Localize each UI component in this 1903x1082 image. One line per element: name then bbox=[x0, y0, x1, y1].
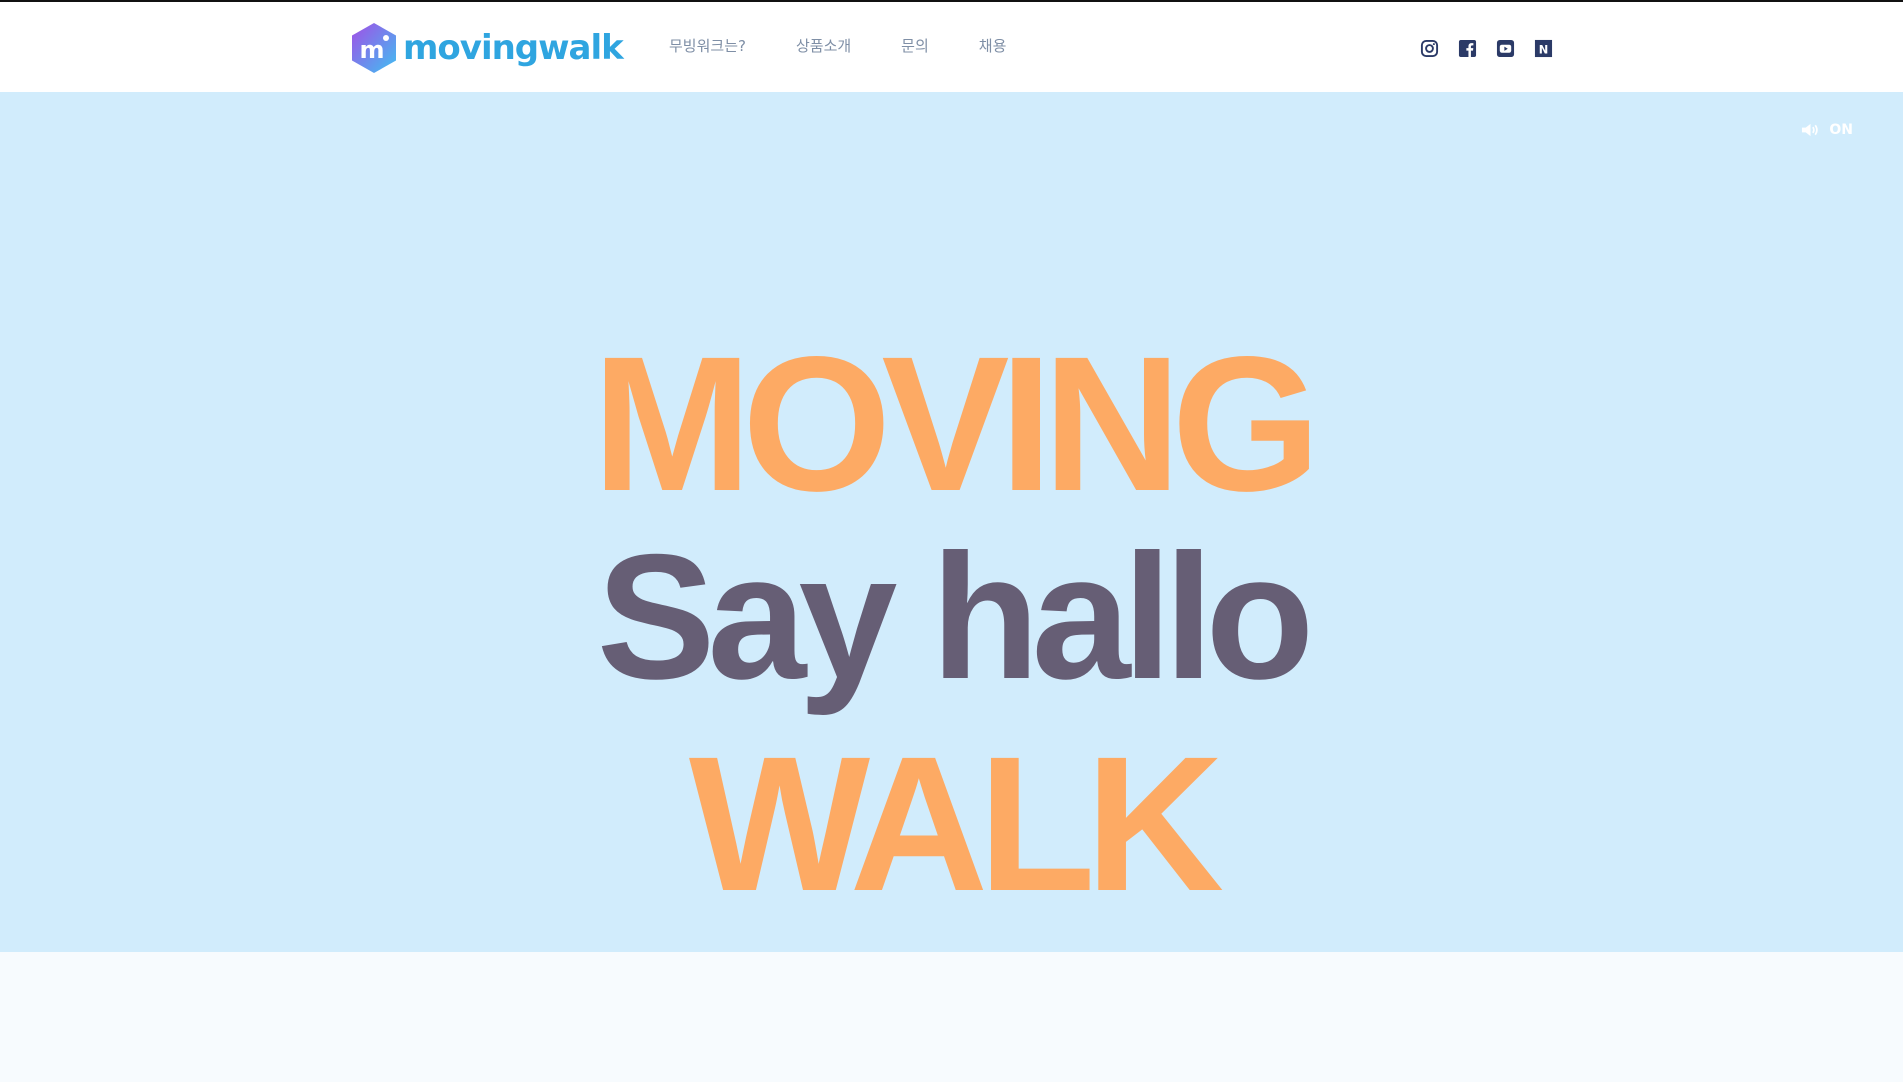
sound-toggle[interactable]: ON bbox=[1801, 122, 1853, 138]
main-nav: 무빙워크는? 상품소개 문의 채용 bbox=[669, 36, 1056, 56]
nav-item-careers[interactable]: 채용 bbox=[979, 36, 1007, 56]
hero-title-line-3: WALK bbox=[688, 716, 1224, 931]
svg-text:m: m bbox=[359, 36, 384, 64]
hero-banner: ON MOVING Say hallo WALK bbox=[0, 92, 1903, 952]
sound-label: ON bbox=[1829, 122, 1853, 138]
facebook-icon[interactable] bbox=[1458, 39, 1477, 58]
social-links: N bbox=[1420, 39, 1572, 58]
brand-logo[interactable]: m movingwalk bbox=[350, 20, 624, 76]
naver-letter: N bbox=[1539, 42, 1549, 56]
brand-name: movingwalk bbox=[403, 28, 624, 68]
instagram-icon[interactable] bbox=[1420, 39, 1439, 58]
nav-item-contact[interactable]: 문의 bbox=[901, 36, 929, 56]
logo-hexagon-icon: m bbox=[352, 23, 396, 73]
youtube-icon[interactable] bbox=[1496, 39, 1515, 58]
nav-item-products[interactable]: 상품소개 bbox=[796, 36, 851, 56]
speaker-icon bbox=[1802, 123, 1819, 137]
site-header: m movingwalk 무빙워크는? 상품소개 문의 채용 N bbox=[0, 2, 1903, 92]
nav-item-about[interactable]: 무빙워크는? bbox=[669, 36, 746, 56]
content-section bbox=[0, 952, 1903, 1082]
hero-title-line-2: Say hallo bbox=[596, 517, 1315, 716]
naver-icon[interactable]: N bbox=[1534, 39, 1553, 58]
hero-title-line-1: MOVING bbox=[592, 316, 1321, 531]
